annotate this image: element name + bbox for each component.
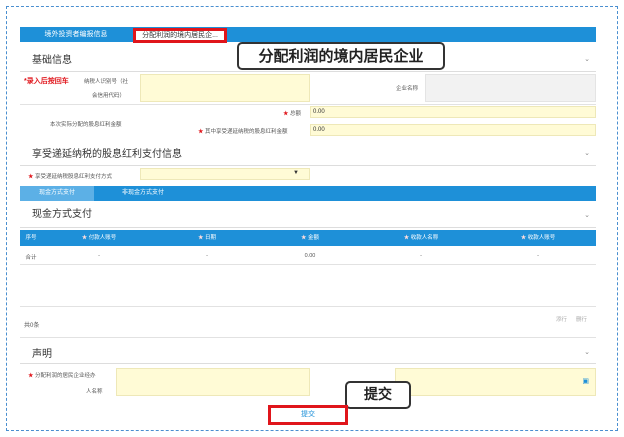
add-row-button[interactable]: 添行 — [556, 315, 567, 323]
agent-name-label-1: ★ 分配利润的居民企业经办 — [28, 373, 96, 379]
declaration-date-input[interactable]: ▣ — [395, 368, 596, 396]
total-row-label: 合计 — [25, 255, 37, 261]
total-amount: 0.00 — [304, 253, 316, 259]
pay-method-label: ★ 享受递延纳税股息红利支付方式 — [28, 174, 113, 180]
dividend-amount-label: 本次实际分配的股息红利金额 — [50, 122, 122, 128]
pay-method-select[interactable]: ▼ — [140, 168, 310, 180]
dropdown-arrow-icon: ▼ — [293, 170, 299, 176]
deferred-payment-header[interactable]: 享受递延纳税的股息红利支付信息 ⌄ — [20, 144, 596, 166]
total-payee-name: - — [420, 253, 422, 259]
col-amount: ★ 金额 — [258, 230, 362, 246]
total-payer-account: - — [98, 253, 100, 259]
entry-hint: *录入后按回车 — [24, 78, 69, 85]
col-date: ★ 日期 — [156, 230, 258, 246]
agent-name-input[interactable] — [116, 368, 310, 396]
total-payee-account: - — [537, 253, 539, 259]
col-index: 序号 — [20, 230, 42, 246]
delete-row-button[interactable]: 删行 — [576, 315, 587, 323]
deferred-payment-title: 享受递延纳税的股息红利支付信息 — [32, 149, 182, 160]
taxid-label-1: 纳税人识别号（社 — [84, 79, 129, 85]
tab-overseas-investor[interactable]: 境外投资者编报信息 — [26, 27, 126, 42]
company-name-label: 企业名称 — [396, 86, 419, 92]
declaration-title: 声明 — [32, 349, 52, 360]
deferred-amount-input[interactable]: 0.00 — [310, 124, 596, 136]
total-amount-value: 0.00 — [313, 109, 325, 115]
col-payer-account: ★ 付款人账号 — [42, 230, 156, 246]
total-date: - — [206, 253, 208, 259]
declaration-header[interactable]: 声明 ⌄ — [20, 344, 596, 364]
chevron-down-icon[interactable]: ⌄ — [584, 149, 590, 157]
record-count: 共0条 — [24, 323, 40, 329]
col-payee-account: ★ 收款人账号 — [480, 230, 596, 246]
tab-resident-enterprise[interactable]: 分配利润的境内居民企... — [133, 28, 227, 43]
basic-info-title: 基础信息 — [32, 55, 72, 66]
cash-payment-title: 现金方式支付 — [32, 209, 92, 220]
tab-noncash-payment[interactable]: 非现金方式支付 — [100, 186, 186, 201]
cash-payment-header[interactable]: 现金方式支付 ⌄ — [20, 204, 596, 228]
company-name-field — [425, 74, 596, 102]
total-amount-input[interactable]: 0.00 — [310, 106, 596, 118]
total-label: ★ 总额 — [283, 111, 302, 117]
calendar-icon[interactable]: ▣ — [582, 377, 589, 385]
tab-cash-payment[interactable]: 现金方式支付 — [20, 186, 94, 201]
taxid-label-2: 会信用代码） — [92, 93, 126, 99]
deferred-amount-value: 0.00 — [313, 127, 325, 133]
chevron-down-icon[interactable]: ⌄ — [584, 348, 590, 356]
taxid-input[interactable] — [140, 74, 310, 102]
chevron-down-icon[interactable]: ⌄ — [584, 55, 590, 63]
submit-button[interactable]: 提交 — [271, 408, 345, 422]
chevron-down-icon[interactable]: ⌄ — [584, 211, 590, 219]
basic-info-header[interactable]: 基础信息 ⌄ — [20, 50, 596, 72]
agent-name-label-2: 人名称 — [86, 389, 103, 395]
callout-submit: 提交 — [345, 381, 411, 409]
col-payee-name: ★ 收款人名称 — [362, 230, 480, 246]
deferred-amount-label: ★ 其中享受递延纳税的股息红利金额 — [198, 129, 288, 135]
